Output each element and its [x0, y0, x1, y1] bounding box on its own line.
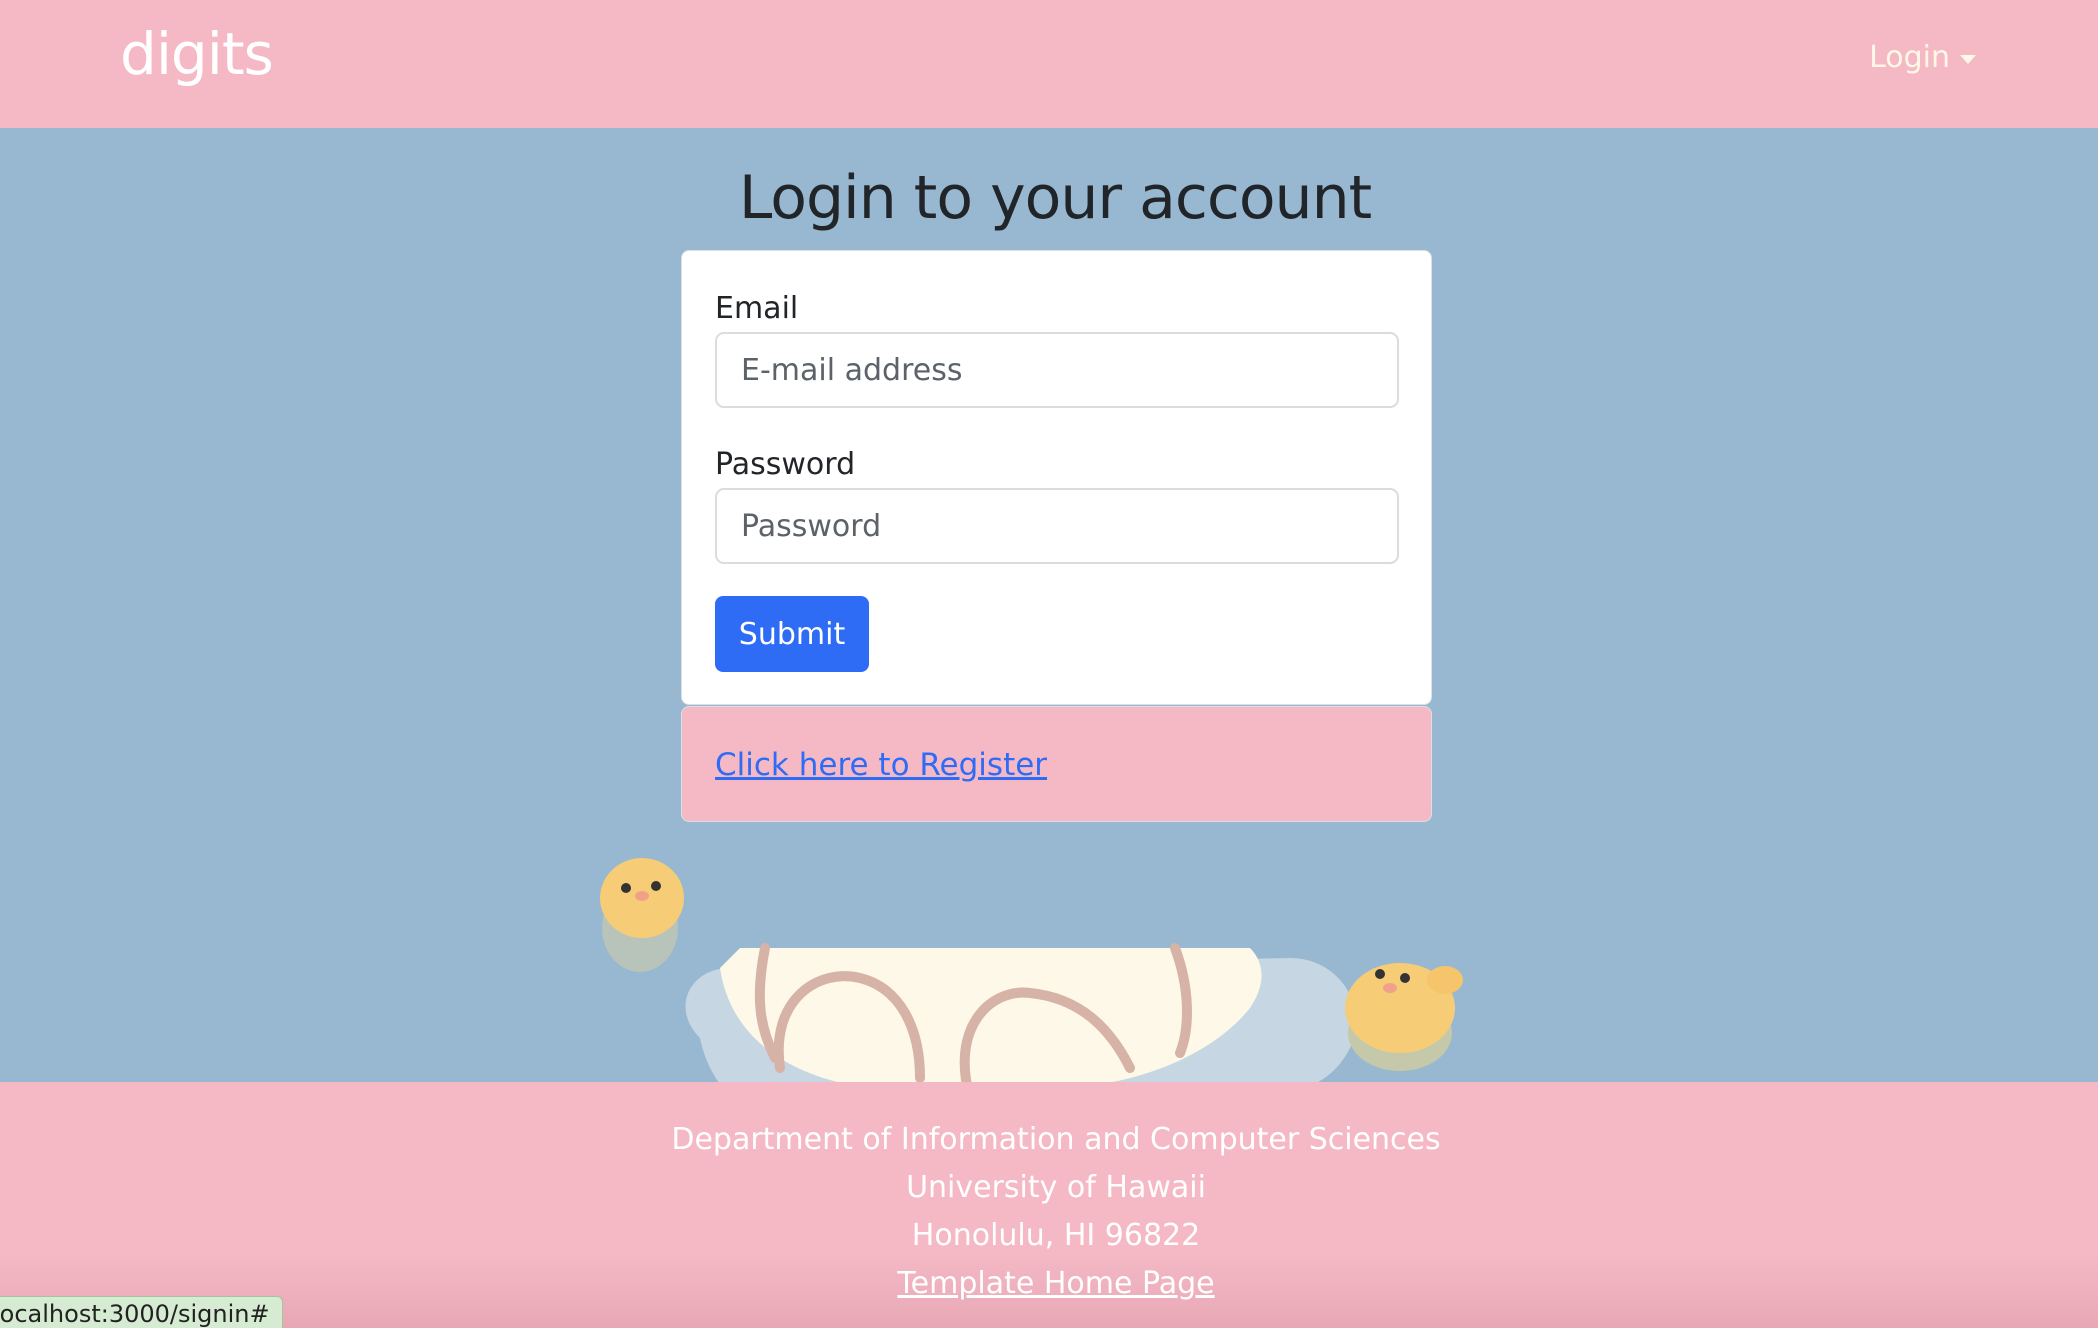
- brand-logo-link[interactable]: digits: [120, 14, 274, 94]
- page-title: Login to your account: [738, 163, 1372, 233]
- template-home-page-link[interactable]: Template Home Page: [897, 1266, 1214, 1301]
- register-card: Click here to Register: [681, 706, 1432, 822]
- email-label: Email: [715, 291, 799, 326]
- footer-department: Department of Information and Computer S…: [671, 1122, 1441, 1157]
- footer: Department of Information and Computer S…: [0, 1082, 2098, 1328]
- login-dropdown-label: Login: [1869, 40, 1950, 75]
- submit-button[interactable]: Submit: [715, 596, 869, 672]
- password-label: Password: [715, 447, 856, 482]
- login-form-card: Email Password Submit: [681, 250, 1432, 705]
- password-input[interactable]: [715, 488, 1399, 564]
- register-link[interactable]: Click here to Register: [715, 745, 1047, 785]
- footer-address: Honolulu, HI 96822: [911, 1218, 1201, 1253]
- footer-university: University of Hawaii: [906, 1170, 1206, 1205]
- navbar: digits Login: [0, 0, 2098, 128]
- email-input[interactable]: [715, 332, 1399, 408]
- login-dropdown-toggle[interactable]: Login: [1869, 36, 1976, 80]
- status-bar-url: localhost:3000/signin#: [0, 1296, 283, 1328]
- caret-down-icon: [1960, 54, 1976, 64]
